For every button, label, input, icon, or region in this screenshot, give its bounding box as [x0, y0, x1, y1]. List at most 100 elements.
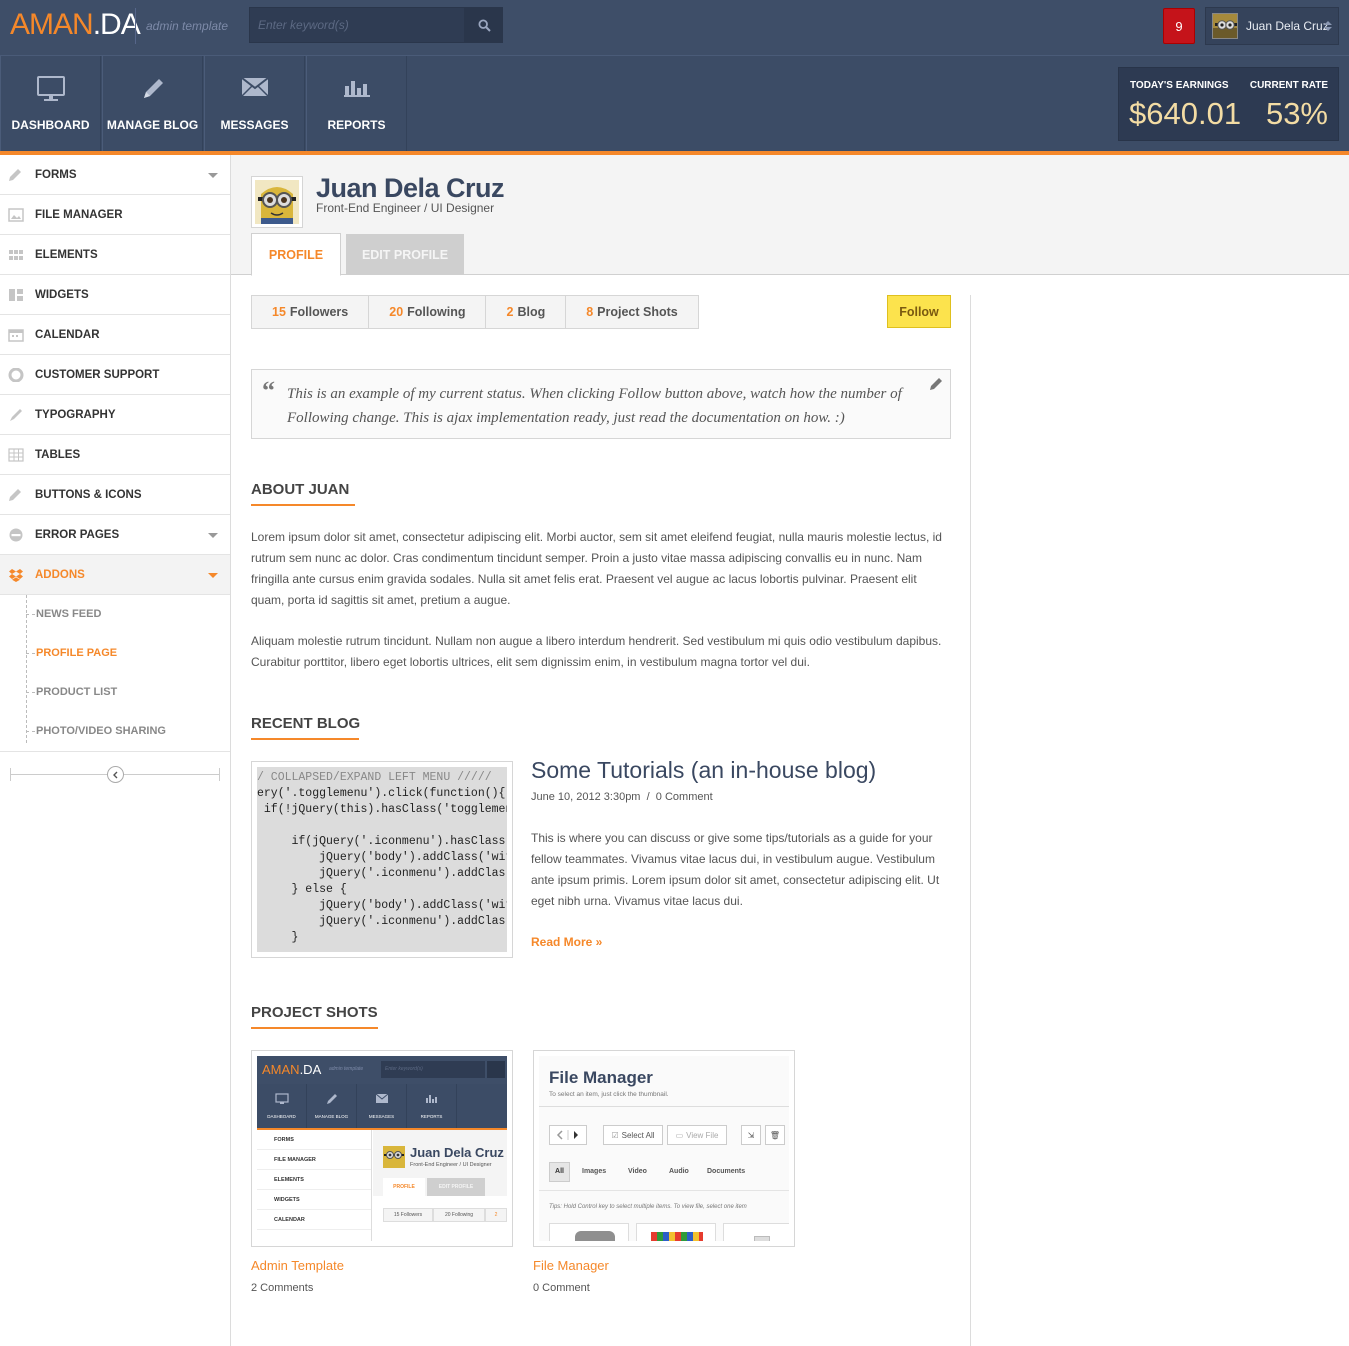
stat-project-shots[interactable]: 8 Project Shots [566, 296, 698, 328]
top-bar: AMAN.DA admin template 9 Juan Dela Cruz [0, 0, 1349, 55]
monitor-icon [36, 76, 65, 101]
rate-label: CURRENT RATE [1249, 80, 1328, 91]
sort-caret-icon [1324, 21, 1332, 31]
mini-side-item: FILE MANAGER [257, 1150, 371, 1170]
nav-label: MESSAGES [220, 118, 289, 132]
sidebar-item-tables[interactable]: TABLES [0, 435, 230, 475]
sidebar-item-elements[interactable]: ELEMENTS [0, 235, 230, 275]
envelope-icon [375, 1093, 389, 1103]
read-more-link[interactable]: Read More » [531, 935, 602, 949]
mini-tab-edit: EDIT PROFILE [427, 1178, 485, 1196]
fm-title: File Manager [549, 1068, 653, 1087]
mini-side-item: CALENDAR [257, 1210, 371, 1230]
sidebar-item-customer-support[interactable]: CUSTOMER SUPPORT [0, 355, 230, 395]
stat-count: 20 [389, 305, 404, 319]
user-menu[interactable]: Juan Dela Cruz [1205, 7, 1339, 45]
blog-post-comments[interactable]: 0 Comment [656, 791, 713, 803]
fm-filter: Video [628, 1168, 647, 1175]
mini-top-bar: AMAN.DA admin template Enter keyword(s) [257, 1056, 507, 1084]
widgets-icon [9, 289, 23, 301]
stat-label: Blog [517, 305, 546, 319]
sidebar-item-error-pages[interactable]: ERROR PAGES [0, 515, 230, 555]
search-button[interactable] [465, 7, 503, 43]
mini-logo: AMAN.DA [262, 1062, 321, 1077]
mini-nav-label: MANAGE BLOG [314, 1114, 349, 1119]
edit-status-pencil-icon[interactable] [928, 376, 944, 392]
lifebuoy-icon [8, 368, 24, 382]
fm-divider [539, 1190, 789, 1191]
code-line: jQuery('body').addClass('wit [257, 851, 507, 864]
blog-post-title[interactable]: Some Tutorials (an in-house blog) [531, 757, 876, 784]
shot-preview: AMAN.DA admin template Enter keyword(s) … [257, 1056, 507, 1241]
shot-comments[interactable]: 2 Comments [251, 1282, 313, 1294]
logo[interactable]: AMAN.DA [10, 8, 141, 42]
nav-manage-blog[interactable]: MANAGE BLOG [102, 56, 203, 152]
search-input[interactable] [249, 7, 465, 43]
fm-filter-all: All [549, 1162, 570, 1182]
blog-post-meta: June 10, 2012 3:30pm / 0 Comment [531, 791, 713, 803]
project-shot-admin-template[interactable]: AMAN.DA admin template Enter keyword(s) … [251, 1050, 513, 1247]
chevron-down-icon [208, 533, 218, 538]
stat-blog[interactable]: 2 Blog [486, 296, 567, 328]
addons-submenu: NEWS FEED PROFILE PAGE PRODUCT LIST PHOT… [0, 595, 230, 752]
sidebar-item-widgets[interactable]: WIDGETS [0, 275, 230, 315]
fm-thumb [636, 1223, 716, 1241]
nav-dashboard[interactable]: DASHBOARD [0, 56, 101, 152]
tree-dash [26, 653, 35, 654]
monitor-icon [275, 1093, 289, 1104]
stat-followers[interactable]: 15 Followers [252, 296, 370, 328]
sidebar-item-buttons-icons[interactable]: BUTTONS & ICONS [0, 475, 230, 515]
grid-icon [9, 250, 23, 260]
fm-thumb [549, 1223, 629, 1241]
mini-file-manager: File Manager To select an item, just cli… [539, 1056, 789, 1241]
mini-tab-profile: PROFILE [383, 1178, 425, 1196]
profile-avatar [251, 176, 303, 228]
project-shots-title: PROJECT SHOTS [251, 1004, 378, 1021]
mini-nav: DASHBOARD MANAGE BLOG MESSAGES REPORTS [257, 1084, 507, 1128]
shot-comments[interactable]: 0 Comment [533, 1282, 590, 1294]
mini-side-item: WIDGETS [257, 1190, 371, 1210]
blog-post-date: June 10, 2012 3:30pm [531, 791, 641, 803]
stat-label: Followers [289, 305, 349, 319]
mini-search-btn [487, 1061, 505, 1078]
code-line: jQuery('.iconmenu').addClas [257, 915, 506, 928]
sidebar-item-typography[interactable]: TYPOGRAPHY [0, 395, 230, 435]
pencil-icon [9, 489, 21, 501]
sidebar-item-label: TABLES [35, 449, 81, 461]
tab-profile[interactable]: PROFILE [251, 233, 341, 276]
dropbox-icon [9, 569, 23, 582]
shot-preview: File Manager To select an item, just cli… [539, 1056, 789, 1241]
rate-value: 53% [1265, 96, 1328, 131]
sidebar-item-forms[interactable]: FORMS [0, 155, 230, 195]
bar-chart-icon [426, 1095, 437, 1103]
submenu-label: PRODUCT LIST [36, 686, 118, 698]
about-underline [251, 504, 355, 506]
fm-thumb-image [575, 1231, 615, 1241]
fm-select-all-label: Select All [621, 1130, 655, 1140]
notification-badge[interactable]: 9 [1163, 8, 1195, 44]
image-icon [8, 208, 24, 222]
shot-title[interactable]: File Manager [533, 1258, 609, 1273]
fm-view-file: ▭ View File [667, 1125, 727, 1145]
follow-button[interactable]: Follow [887, 295, 951, 328]
project-shot-file-manager[interactable]: File Manager To select an item, just cli… [533, 1050, 795, 1247]
blog-thumbnail[interactable]: / COLLAPSED/EXPAND LEFT MENU ///// ery('.… [251, 761, 513, 958]
sidebar-item-file-manager[interactable]: FILE MANAGER [0, 195, 230, 235]
logo-secondary: .DA [92, 8, 141, 41]
tab-edit-profile[interactable]: EDIT PROFILE [346, 234, 464, 275]
mini-nav-label: MESSAGES [368, 1114, 395, 1119]
sidebar-collapse-row [10, 765, 220, 785]
collapse-sidebar-button[interactable] [107, 766, 124, 783]
sidebar-item-calendar[interactable]: CALENDAR [0, 315, 230, 355]
nav-messages[interactable]: MESSAGES [204, 56, 305, 152]
submenu-tree-line [26, 595, 27, 743]
chevron-left-icon [113, 771, 118, 778]
sidebar-item-addons[interactable]: ADDONS [0, 555, 230, 595]
shot-title[interactable]: Admin Template [251, 1258, 344, 1273]
recent-blog-underline [251, 738, 359, 740]
mini-stat: 15 Followers [383, 1208, 433, 1222]
nav-reports[interactable]: REPORTS [306, 56, 407, 152]
fm-filter: Audio [669, 1168, 689, 1175]
stat-following[interactable]: 20 Following [369, 296, 487, 328]
about-paragraph-1: Lorem ipsum dolor sit amet, consectetur … [251, 530, 942, 607]
